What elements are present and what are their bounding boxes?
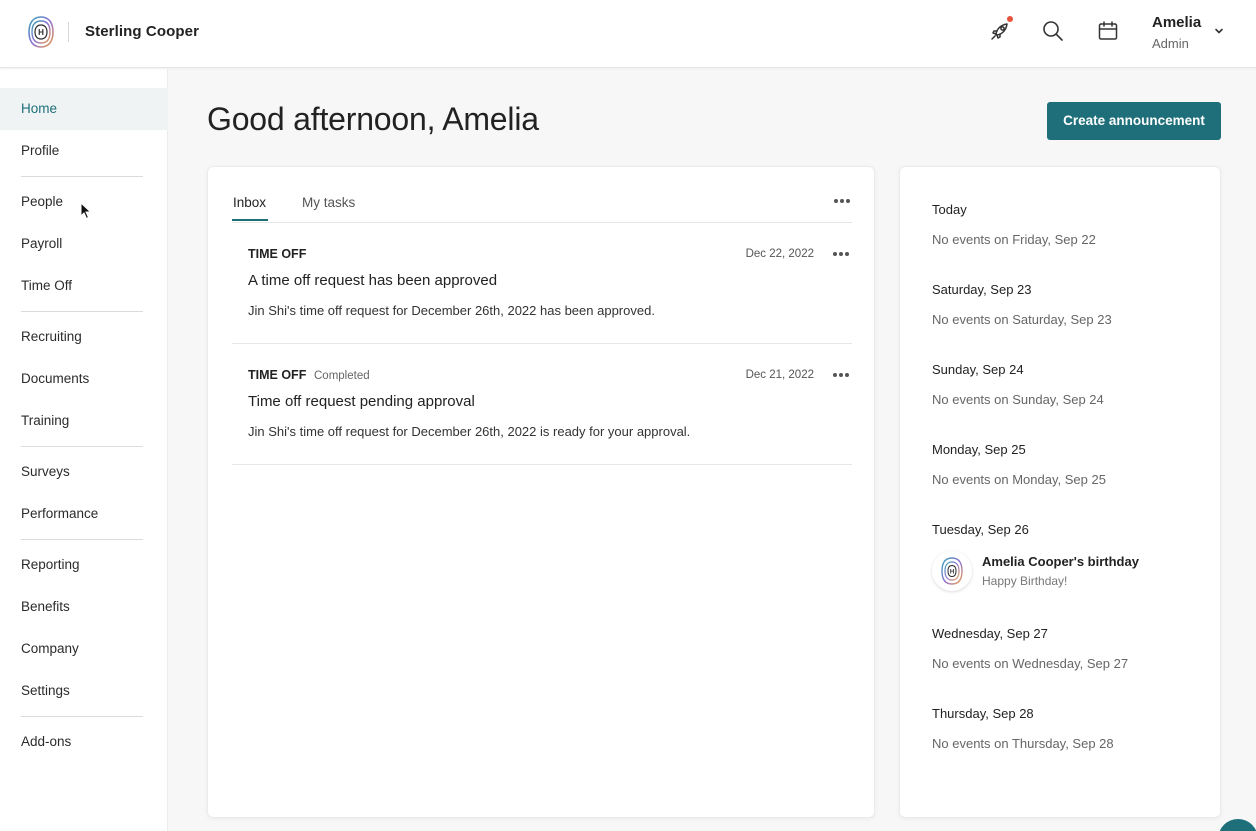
- company-name: Sterling Cooper: [85, 23, 200, 40]
- calendar-day-label: Saturday, Sep 23: [932, 282, 1032, 297]
- page-title: Good afternoon, Amelia: [207, 101, 539, 137]
- sidebar-divider: [21, 716, 143, 717]
- mouse-cursor-icon: [80, 202, 92, 220]
- message-category: TIME OFF: [248, 368, 307, 382]
- svg-text:H: H: [38, 28, 44, 37]
- message-title: Time off request pending approval: [248, 393, 475, 410]
- status-badge: Completed: [314, 370, 370, 382]
- sidebar-item-company[interactable]: Company: [0, 628, 168, 670]
- sidebar-item-add-ons[interactable]: Add-ons: [0, 721, 168, 763]
- calendar-day-label: Wednesday, Sep 27: [932, 626, 1048, 641]
- sidebar-item-payroll[interactable]: Payroll: [0, 223, 168, 265]
- inbox-card: Inbox My tasks TIME OFF Dec 22, 2022 A t…: [207, 166, 875, 818]
- event-title[interactable]: Amelia Cooper's birthday: [982, 554, 1139, 569]
- avatar: H: [932, 551, 972, 591]
- rocket-icon[interactable]: [988, 19, 1012, 43]
- help-chat-button[interactable]: [1218, 819, 1256, 831]
- inbox-more-icon[interactable]: [834, 199, 850, 203]
- sidebar-item-profile[interactable]: Profile: [0, 130, 168, 172]
- user-name: Amelia: [1152, 14, 1202, 31]
- sidebar-item-settings[interactable]: Settings: [0, 670, 168, 712]
- calendar-day-label: Tuesday, Sep 26: [932, 522, 1029, 537]
- message-date: Dec 22, 2022: [745, 248, 814, 260]
- calendar-no-events: No events on Sunday, Sep 24: [932, 392, 1104, 407]
- calendar-icon[interactable]: [1096, 19, 1120, 43]
- tab-my-tasks[interactable]: My tasks: [302, 195, 355, 210]
- sidebar-item-benefits[interactable]: Benefits: [0, 586, 168, 628]
- calendar-day-label: Today: [932, 202, 967, 217]
- sidebar-item-training[interactable]: Training: [0, 400, 168, 442]
- calendar-no-events: No events on Wednesday, Sep 27: [932, 656, 1129, 671]
- calendar-no-events: No events on Monday, Sep 25: [932, 472, 1106, 487]
- company-logo-icon: H: [941, 557, 963, 585]
- company-logo-icon[interactable]: H: [27, 15, 55, 49]
- user-menu[interactable]: Amelia Admin: [1152, 14, 1201, 51]
- sidebar-divider: [21, 539, 143, 540]
- active-tab-indicator: [232, 219, 268, 221]
- list-item[interactable]: TIME OFF Completed Dec 21, 2022 Time off…: [232, 344, 852, 465]
- calendar-no-events: No events on Saturday, Sep 23: [932, 312, 1112, 327]
- calendar-day-label: Thursday, Sep 28: [932, 706, 1034, 721]
- tab-inbox[interactable]: Inbox: [233, 195, 266, 210]
- event-subtitle: Happy Birthday!: [982, 574, 1068, 588]
- user-role: Admin: [1152, 36, 1189, 51]
- create-announcement-button[interactable]: Create announcement: [1047, 102, 1221, 140]
- chevron-down-icon[interactable]: [1213, 25, 1225, 37]
- svg-text:H: H: [950, 570, 954, 576]
- message-body: Jin Shi's time off request for December …: [248, 303, 655, 318]
- calendar-day-label: Monday, Sep 25: [932, 442, 1026, 457]
- message-category: TIME OFF: [248, 247, 307, 261]
- sidebar: Home Profile People Payroll Time Off Rec…: [0, 69, 168, 831]
- list-item[interactable]: TIME OFF Dec 22, 2022 A time off request…: [232, 223, 852, 344]
- sidebar-item-surveys[interactable]: Surveys: [0, 451, 168, 493]
- sidebar-item-time-off[interactable]: Time Off: [0, 265, 168, 307]
- message-more-icon[interactable]: [833, 252, 849, 256]
- top-bar: H Sterling Cooper Amelia Admin: [0, 0, 1256, 68]
- search-icon[interactable]: [1041, 19, 1065, 43]
- message-body: Jin Shi's time off request for December …: [248, 424, 691, 439]
- sidebar-divider: [21, 176, 143, 177]
- sidebar-item-documents[interactable]: Documents: [0, 358, 168, 400]
- sidebar-item-performance[interactable]: Performance: [0, 493, 168, 535]
- notification-dot: [1007, 16, 1013, 22]
- sidebar-divider: [21, 311, 143, 312]
- calendar-no-events: No events on Thursday, Sep 28: [932, 736, 1114, 751]
- header-divider: [68, 22, 69, 42]
- calendar-card: Today No events on Friday, Sep 22 Saturd…: [899, 166, 1221, 818]
- sidebar-item-reporting[interactable]: Reporting: [0, 544, 168, 586]
- message-title: A time off request has been approved: [248, 272, 498, 289]
- sidebar-item-recruiting[interactable]: Recruiting: [0, 316, 168, 358]
- calendar-day-label: Sunday, Sep 24: [932, 362, 1024, 377]
- calendar-no-events: No events on Friday, Sep 22: [932, 232, 1096, 247]
- message-date: Dec 21, 2022: [745, 369, 814, 381]
- sidebar-item-home[interactable]: Home: [0, 88, 168, 130]
- message-more-icon[interactable]: [833, 373, 849, 377]
- sidebar-divider: [21, 446, 143, 447]
